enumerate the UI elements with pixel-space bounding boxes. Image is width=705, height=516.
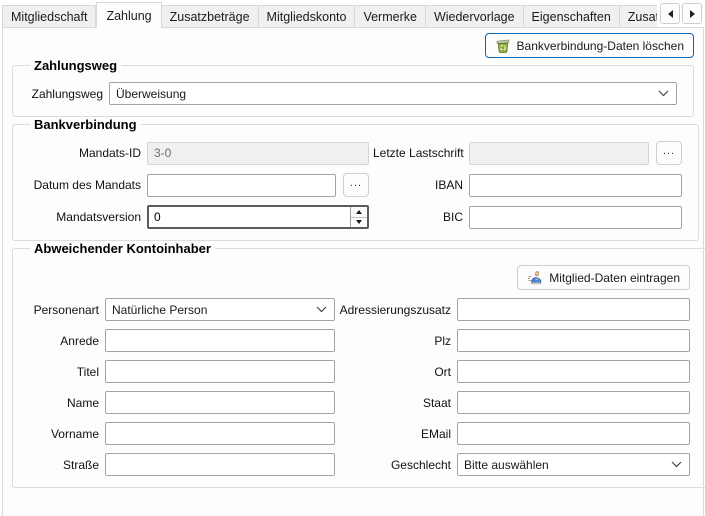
plz-label: Plz [339,334,451,348]
name-label: Name [29,396,99,410]
fill-member-data-button[interactable]: Mitglied-Daten eintragen [517,265,690,290]
name-field[interactable] [105,391,335,414]
mandatsversion-label: Mandatsversion [29,210,141,224]
bankverbindung-group-title: Bankverbindung [30,117,141,132]
tab-scroll-buttons [660,3,702,24]
personenart-select[interactable]: Natürliche Person [105,298,335,321]
geschlecht-selected-value: Bitte auswählen [464,458,549,472]
geschlecht-label: Geschlecht [339,458,451,472]
strasse-field[interactable] [105,453,335,476]
strasse-label: Straße [29,458,99,472]
letzte-lastschrift-browse-button[interactable]: ... [656,141,682,165]
arrow-left-icon [668,10,673,18]
arrow-up-icon [356,210,362,214]
tab-bar: Mitgliedschaft Zahlung Zusatzbeträge Mit… [2,0,705,28]
kontoinhaber-group-title: Abweichender Kontoinhaber [30,241,215,256]
tab-wiedervorlage[interactable]: Wiedervorlage [426,5,524,28]
zahlungsweg-label: Zahlungsweg [29,87,103,101]
mandats-id-field[interactable] [147,142,369,165]
datum-des-mandats-label: Datum des Mandats [29,178,141,192]
zahlung-tab-panel: Bankverbindung-Daten löschen Zahlungsweg… [2,27,704,516]
tab-zahlung[interactable]: Zahlung [96,2,161,28]
bic-field[interactable] [469,206,682,229]
email-label: EMail [339,427,451,441]
zahlungsweg-group: Zahlungsweg Zahlungsweg Überweisung [12,58,694,117]
delete-bank-data-button[interactable]: Bankverbindung-Daten löschen [485,33,694,58]
staat-label: Staat [339,396,451,410]
tab-vermerke[interactable]: Vermerke [355,5,426,28]
tab-zusatzfelder[interactable]: Zusatzfelder [620,5,657,28]
ort-label: Ort [339,365,451,379]
mandatsversion-stepper [147,205,369,229]
zahlungsweg-selected-value: Überweisung [116,87,186,101]
datum-des-mandats-field[interactable] [147,174,336,197]
mandatsversion-spin-buttons [350,207,367,227]
tab-mitgliedskonto[interactable]: Mitgliedskonto [259,5,356,28]
personenart-label: Personenart [29,303,99,317]
tab-scroller: Mitgliedschaft Zahlung Zusatzbeträge Mit… [2,0,657,28]
zahlungsweg-group-title: Zahlungsweg [30,58,121,73]
bankverbindung-group: Bankverbindung Mandats-ID Letzte Lastsch… [12,117,699,241]
kontoinhaber-group: Abweichender Kontoinhaber Mitglied-Daten… [12,241,705,488]
mandatsversion-field[interactable] [149,207,350,227]
anrede-label: Anrede [29,334,99,348]
arrow-down-icon [356,220,362,224]
adressierungszusatz-label: Adressierungszusatz [339,303,451,317]
titel-field[interactable] [105,360,335,383]
anrede-field[interactable] [105,329,335,352]
adressierungszusatz-field[interactable] [457,298,690,321]
tab-eigenschaften[interactable]: Eigenschaften [524,5,620,28]
zahlungsweg-select[interactable]: Überweisung [109,82,677,105]
tab-scroll-left-button[interactable] [660,3,680,24]
plz-field[interactable] [457,329,690,352]
geschlecht-select[interactable]: Bitte auswählen [457,453,690,476]
arrow-right-icon [690,10,695,18]
chevron-down-icon [671,461,682,468]
staat-field[interactable] [457,391,690,414]
mandats-id-label: Mandats-ID [29,146,141,160]
bic-label: BIC [373,210,463,224]
tab-scroll-right-button[interactable] [682,3,702,24]
personenart-selected-value: Natürliche Person [112,303,207,317]
letzte-lastschrift-label: Letzte Lastschrift [373,146,463,160]
sneaker-icon [527,270,543,286]
datum-des-mandats-picker-button[interactable]: ... [343,173,369,197]
email-field[interactable] [457,422,690,445]
iban-label: IBAN [373,178,463,192]
delete-bank-data-label: Bankverbindung-Daten löschen [517,39,684,53]
tab-zusatzbetraege[interactable]: Zusatzbeträge [162,5,259,28]
spin-down-button[interactable] [351,217,367,228]
letzte-lastschrift-field[interactable] [469,142,649,165]
top-button-row: Bankverbindung-Daten löschen [12,33,694,58]
recycle-bin-icon [495,38,511,54]
fill-member-data-label: Mitglied-Daten eintragen [549,271,680,285]
ort-field[interactable] [457,360,690,383]
chevron-down-icon [316,306,327,313]
vorname-label: Vorname [29,427,99,441]
vorname-field[interactable] [105,422,335,445]
spin-up-button[interactable] [351,207,367,217]
iban-field[interactable] [469,174,682,197]
chevron-down-icon [658,90,669,97]
titel-label: Titel [29,365,99,379]
kontoinhaber-button-row: Mitglied-Daten eintragen [29,265,690,290]
tab-mitgliedschaft[interactable]: Mitgliedschaft [2,5,96,28]
